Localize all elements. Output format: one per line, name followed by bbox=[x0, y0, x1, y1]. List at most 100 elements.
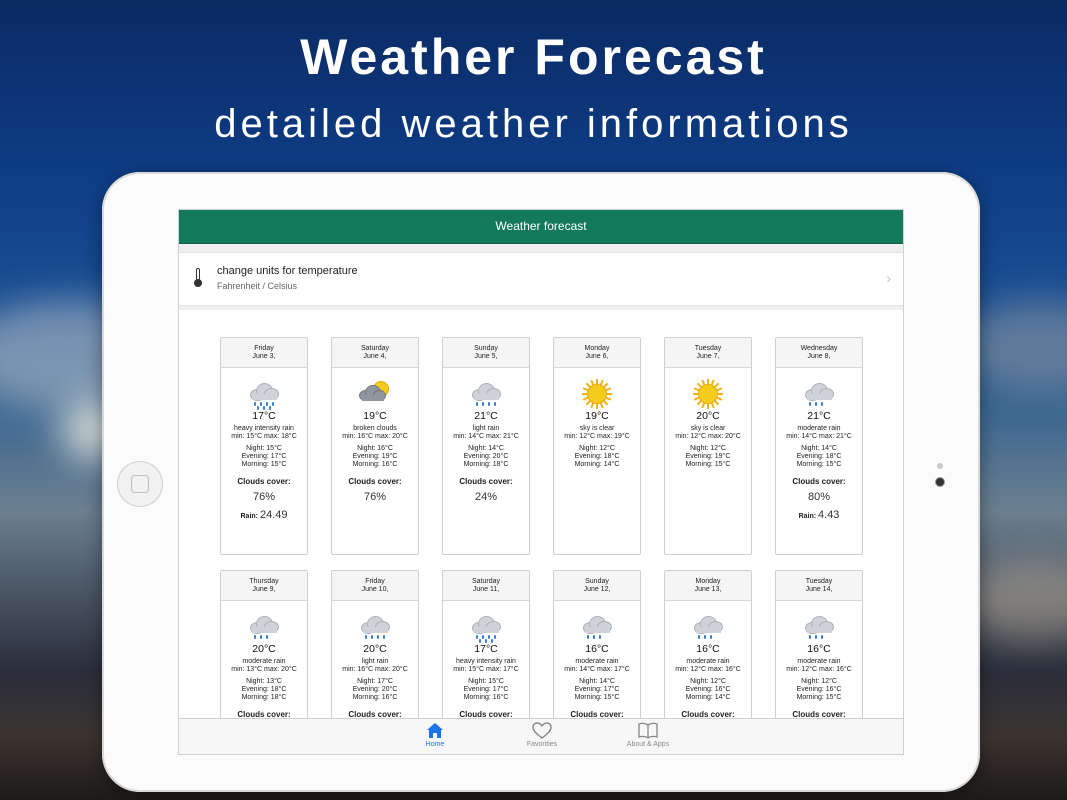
tab-about-apps[interactable]: About & Apps bbox=[598, 722, 698, 748]
card-night: Night: 12°C bbox=[579, 445, 615, 452]
card-min-max: min: 14°C max: 17°C bbox=[564, 666, 630, 673]
card-evening: Evening: 17°C bbox=[241, 453, 287, 460]
card-date: June 7, bbox=[696, 353, 720, 360]
card-day-times: Night: 14°C Evening: 20°C Morning: 18°C bbox=[443, 445, 529, 469]
card-description: light rain bbox=[472, 425, 500, 432]
card-night: Night: 13°C bbox=[246, 678, 282, 685]
card-header: Monday June 13, bbox=[665, 571, 751, 601]
home-icon bbox=[385, 722, 485, 739]
card-day-times: Night: 15°C Evening: 17°C Morning: 16°C bbox=[443, 678, 529, 702]
change-units-row[interactable]: change units for temperature Fahrenheit … bbox=[179, 252, 903, 306]
card-temperature: 19°C bbox=[585, 410, 609, 422]
forecast-card[interactable]: Thursday June 9, 20°C moderate rain min: 13°… bbox=[220, 570, 308, 720]
card-header: Friday June 10, bbox=[332, 571, 418, 601]
forecast-card[interactable]: Wednesday June 8, 21°C moderate rain min: 14… bbox=[775, 337, 863, 555]
card-evening: Evening: 18°C bbox=[574, 453, 620, 460]
card-description: heavy intensity rain bbox=[234, 425, 294, 432]
card-header: Friday June 3, bbox=[221, 338, 307, 368]
sun-icon bbox=[579, 379, 615, 409]
card-morning: Morning: 16°C bbox=[352, 694, 398, 701]
card-evening: Evening: 19°C bbox=[685, 453, 731, 460]
card-min-max: min: 16°C max: 20°C bbox=[342, 666, 408, 673]
card-morning: Morning: 15°C bbox=[574, 694, 620, 701]
card-day-times: Night: 17°C Evening: 20°C Morning: 16°C bbox=[332, 678, 418, 702]
card-morning: Morning: 14°C bbox=[574, 461, 620, 468]
forecast-card[interactable]: Saturday June 4, 19°C broken clouds min: 16°… bbox=[331, 337, 419, 555]
card-weekday: Sunday bbox=[474, 345, 498, 352]
forecast-card[interactable]: Saturday June 11, 17°C heavy intensity rain… bbox=[442, 570, 530, 720]
card-description: moderate rain bbox=[575, 658, 619, 665]
forecast-card[interactable]: Monday June 6, 19°C sky is clear min: 12°C m… bbox=[553, 337, 641, 555]
card-date: June 13, bbox=[694, 586, 722, 593]
card-morning: Morning: 14°C bbox=[685, 694, 731, 701]
card-date: June 12, bbox=[583, 586, 611, 593]
tab-bar: Home Favorities About & Apps bbox=[179, 718, 903, 754]
card-night: Night: 12°C bbox=[690, 678, 726, 685]
card-day-times: Night: 12°C Evening: 19°C Morning: 15°C bbox=[665, 445, 751, 469]
card-min-max: min: 14°C max: 21°C bbox=[786, 433, 852, 440]
card-description: light rain bbox=[361, 658, 389, 665]
sun-icon bbox=[690, 379, 726, 409]
card-description: sky is clear bbox=[690, 425, 726, 432]
forecast-card[interactable]: Monday June 13, 16°C moderate rain min: 12°C… bbox=[664, 570, 752, 720]
card-evening: Evening: 16°C bbox=[685, 686, 731, 693]
card-rain-value: 4.43 bbox=[818, 509, 840, 521]
card-temperature: 17°C bbox=[474, 643, 498, 655]
card-day-times: Night: 12°C Evening: 16°C Morning: 15°C bbox=[776, 678, 862, 702]
card-clouds-label: Clouds cover: bbox=[348, 477, 402, 486]
card-day-times: Night: 12°C Evening: 16°C Morning: 14°C bbox=[665, 678, 751, 702]
card-temperature: 20°C bbox=[696, 410, 720, 422]
card-rain-label: Rain: bbox=[240, 513, 259, 520]
card-night: Night: 14°C bbox=[801, 445, 837, 452]
card-min-max: min: 12°C max: 20°C bbox=[675, 433, 741, 440]
card-rain-label: Rain: bbox=[798, 513, 817, 520]
moderate-rain-icon bbox=[246, 613, 282, 641]
card-min-max: min: 15°C max: 18°C bbox=[231, 433, 297, 440]
card-min-max: min: 15°C max: 17°C bbox=[453, 666, 519, 673]
card-date: June 11, bbox=[472, 586, 500, 593]
card-header: Tuesday June 7, bbox=[665, 338, 751, 368]
card-morning: Morning: 18°C bbox=[463, 461, 509, 468]
card-rain: Rain: 24.49 bbox=[221, 509, 307, 521]
card-header: Saturday June 4, bbox=[332, 338, 418, 368]
tab-about-apps-label: About & Apps bbox=[626, 741, 670, 748]
card-temperature: 16°C bbox=[696, 643, 720, 655]
card-morning: Morning: 16°C bbox=[352, 461, 398, 468]
forecast-card[interactable]: Tuesday June 7, 20°C sky is clear min: 12°C … bbox=[664, 337, 752, 555]
forecast-card[interactable]: Sunday June 12, 16°C moderate rain min: 14°C… bbox=[553, 570, 641, 720]
card-description: moderate rain bbox=[797, 658, 841, 665]
card-temperature: 20°C bbox=[363, 643, 387, 655]
forecast-card[interactable]: Tuesday June 14, 16°C moderate rain min: 12°… bbox=[775, 570, 863, 720]
app-screen: Weather forecast change units for temper… bbox=[178, 209, 904, 755]
card-weekday: Friday bbox=[365, 578, 385, 585]
card-weekday: Thursday bbox=[249, 578, 279, 585]
card-min-max: min: 12°C max: 16°C bbox=[675, 666, 741, 673]
card-morning: Morning: 16°C bbox=[463, 694, 509, 701]
card-min-max: min: 12°C max: 19°C bbox=[564, 433, 630, 440]
card-date: June 10, bbox=[361, 586, 389, 593]
card-rain-value: 24.49 bbox=[259, 509, 288, 521]
card-night: Night: 15°C bbox=[246, 445, 282, 452]
card-clouds-label: Clouds cover: bbox=[459, 477, 513, 486]
card-temperature: 21°C bbox=[807, 410, 831, 422]
tab-home[interactable]: Home bbox=[385, 722, 485, 748]
card-night: Night: 14°C bbox=[468, 445, 504, 452]
tab-favorities-label: Favorities bbox=[526, 741, 558, 748]
card-day-times: Night: 12°C Evening: 18°C Morning: 14°C bbox=[554, 445, 640, 469]
card-description: moderate rain bbox=[686, 658, 730, 665]
card-header: Sunday June 12, bbox=[554, 571, 640, 601]
tab-favorities[interactable]: Favorities bbox=[492, 722, 592, 748]
card-temperature: 21°C bbox=[474, 410, 498, 422]
hero-subtitle: detailed weather informations bbox=[214, 102, 853, 146]
forecast-card[interactable]: Sunday June 5, 21°C light rain min: 14°C max… bbox=[442, 337, 530, 555]
card-description: sky is clear bbox=[579, 425, 615, 432]
forecast-grid: Friday June 3, 17°C heavy intensity rain min… bbox=[179, 310, 903, 720]
card-morning: Morning: 15°C bbox=[241, 461, 287, 468]
card-min-max: min: 13°C max: 20°C bbox=[231, 666, 297, 673]
forecast-card[interactable]: Friday June 3, 17°C heavy intensity rain min… bbox=[220, 337, 308, 555]
book-icon bbox=[598, 722, 698, 739]
card-min-max: min: 16°C max: 20°C bbox=[342, 433, 408, 440]
card-description: moderate rain bbox=[242, 658, 286, 665]
forecast-card[interactable]: Friday June 10, 20°C light rain min: 16°C ma… bbox=[331, 570, 419, 720]
tablet-home-button[interactable] bbox=[117, 461, 163, 507]
